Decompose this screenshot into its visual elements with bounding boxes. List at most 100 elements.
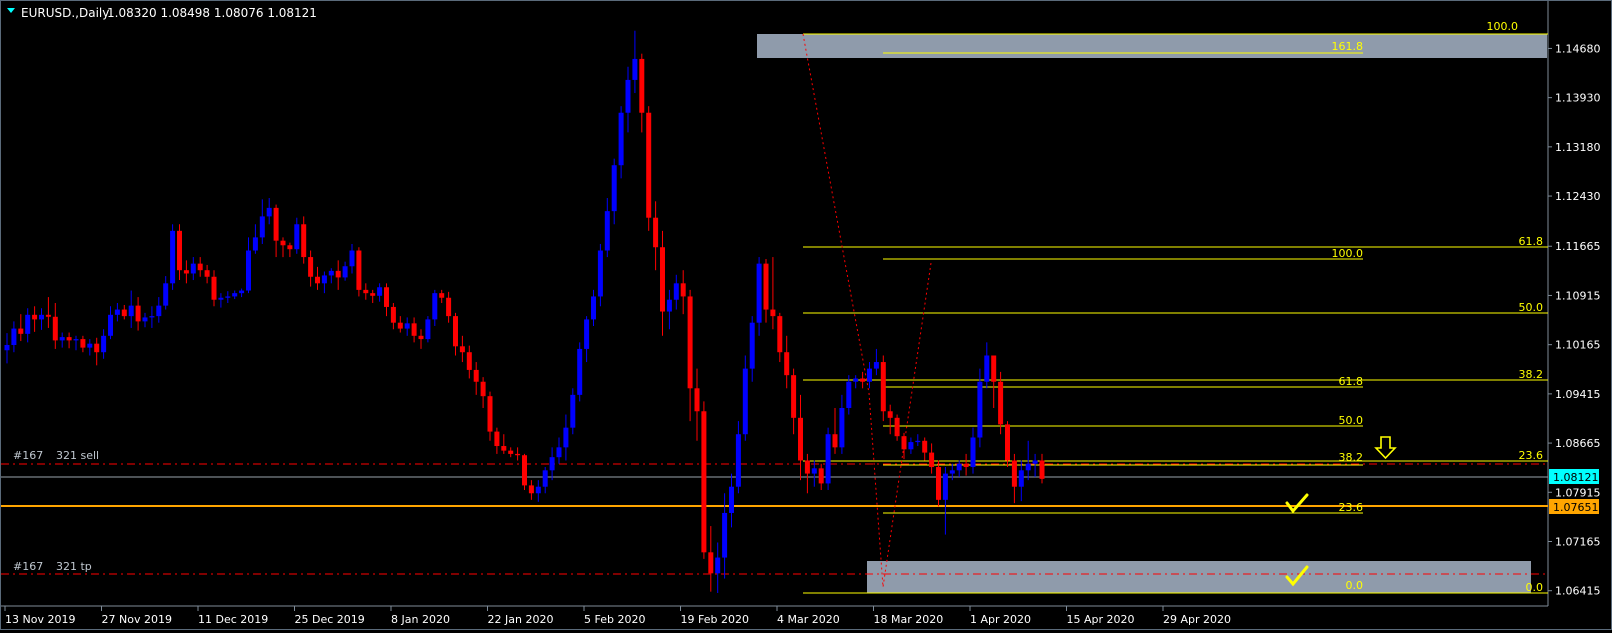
fib-level-label: 23.6 [1339, 501, 1364, 514]
candle-body [466, 352, 472, 370]
x-tick-label: 18 Mar 2020 [874, 613, 944, 626]
fib-level-label: 100.0 [1332, 247, 1364, 260]
candle-body [494, 431, 500, 447]
candle-body [977, 381, 983, 438]
candle-body [287, 245, 293, 250]
supply-zone [757, 34, 1547, 58]
candle-body [197, 263, 203, 271]
candle-body [384, 287, 389, 307]
fib-level-label: 61.8 [1339, 375, 1364, 388]
candle-body [701, 411, 707, 553]
candle-body [522, 455, 527, 486]
candle-body [894, 417, 900, 437]
candle-body [749, 322, 755, 369]
x-tick-label: 13 Nov 2019 [5, 613, 75, 626]
candlestick-chart[interactable]: EURUSD.,Daily 1.08320 1.08498 1.08076 1.… [1, 1, 1611, 629]
candle-body [956, 463, 962, 471]
candle-body [591, 296, 596, 320]
fib-level-label: 38.2 [1519, 368, 1544, 381]
candle-body [170, 230, 176, 284]
y-tick-label: 1.10915 [1555, 289, 1601, 302]
x-tick-label: 15 Apr 2020 [1067, 613, 1135, 626]
candle-body [556, 447, 562, 458]
fib-level-label: 38.2 [1339, 451, 1364, 464]
candle-body [770, 309, 776, 317]
fib-level-label: 50.0 [1339, 414, 1364, 427]
candle-body [853, 378, 859, 382]
candle-body [397, 322, 403, 329]
candle-body [784, 352, 790, 376]
candle-body [94, 343, 100, 353]
sell-trade-label: 321 sell [56, 449, 99, 462]
candle-body [432, 293, 438, 320]
candle-body [873, 362, 879, 369]
candle-body [646, 112, 652, 218]
candle-body [798, 417, 803, 461]
candle-body [887, 411, 893, 418]
chart-window[interactable]: EURUSD.,Daily 1.08320 1.08498 1.08076 1.… [0, 0, 1612, 630]
symbol-label: EURUSD.,Daily [21, 6, 109, 20]
candle-body [446, 297, 452, 317]
candle-body [204, 270, 210, 277]
candle-body [942, 473, 948, 500]
candle-body [563, 427, 569, 448]
candle-body [411, 323, 417, 336]
candle-body [87, 343, 93, 348]
candle-body [535, 486, 541, 494]
candle-body [625, 79, 631, 113]
candle-body [1018, 470, 1024, 487]
candle-body [342, 266, 348, 278]
candle-body [370, 293, 376, 296]
candle-body [708, 552, 714, 574]
candle-body [52, 316, 58, 341]
y-tick-label: 1.10165 [1555, 339, 1601, 352]
candle-body [252, 237, 258, 251]
candle-body [929, 452, 935, 468]
y-tick-label: 1.07165 [1555, 535, 1601, 548]
candle-body [315, 276, 320, 284]
candle-body [356, 250, 362, 290]
candle-body [936, 467, 941, 500]
y-tick-label: 1.06415 [1555, 585, 1601, 598]
y-tick-label: 1.13930 [1555, 92, 1601, 105]
candle-body [328, 270, 334, 276]
candle-body [335, 270, 341, 278]
candle-body [846, 381, 852, 408]
candle-body [121, 309, 127, 317]
candle-body [59, 337, 65, 341]
candle-body [660, 247, 665, 312]
y-tick-label: 1.07915 [1555, 486, 1601, 499]
fib-level-label: 100.0 [1487, 20, 1519, 33]
x-tick-label: 4 Mar 2020 [777, 613, 840, 626]
candle-body [142, 317, 148, 322]
x-tick-label: 22 Jan 2020 [488, 613, 554, 626]
candle-body [25, 314, 31, 334]
candle-body [273, 207, 279, 241]
candle-body [584, 319, 590, 349]
candle-body [839, 407, 845, 448]
candle-body [294, 224, 300, 250]
candle-body [949, 470, 955, 474]
candle-body [349, 250, 355, 267]
candle-body [114, 309, 120, 315]
candle-body [377, 287, 383, 296]
candle-body [722, 512, 728, 558]
candle-body [825, 434, 831, 484]
candle-body [680, 283, 686, 297]
candle-body [163, 283, 169, 306]
x-tick-label: 27 Nov 2019 [102, 613, 172, 626]
tp-trade-label: 321 tp [56, 560, 92, 573]
candle-body [970, 437, 976, 468]
candle-body [639, 58, 645, 113]
candle-body [101, 335, 107, 353]
candle-body [991, 355, 997, 382]
candle-body [128, 305, 134, 317]
candle-body [4, 344, 10, 351]
candle-body [687, 296, 693, 389]
candle-body [1011, 460, 1017, 487]
candle-body [804, 460, 810, 474]
candle-body [1025, 463, 1031, 471]
candle-body [611, 165, 617, 212]
x-tick-label: 1 Apr 2020 [970, 613, 1031, 626]
candle-body [777, 316, 783, 353]
